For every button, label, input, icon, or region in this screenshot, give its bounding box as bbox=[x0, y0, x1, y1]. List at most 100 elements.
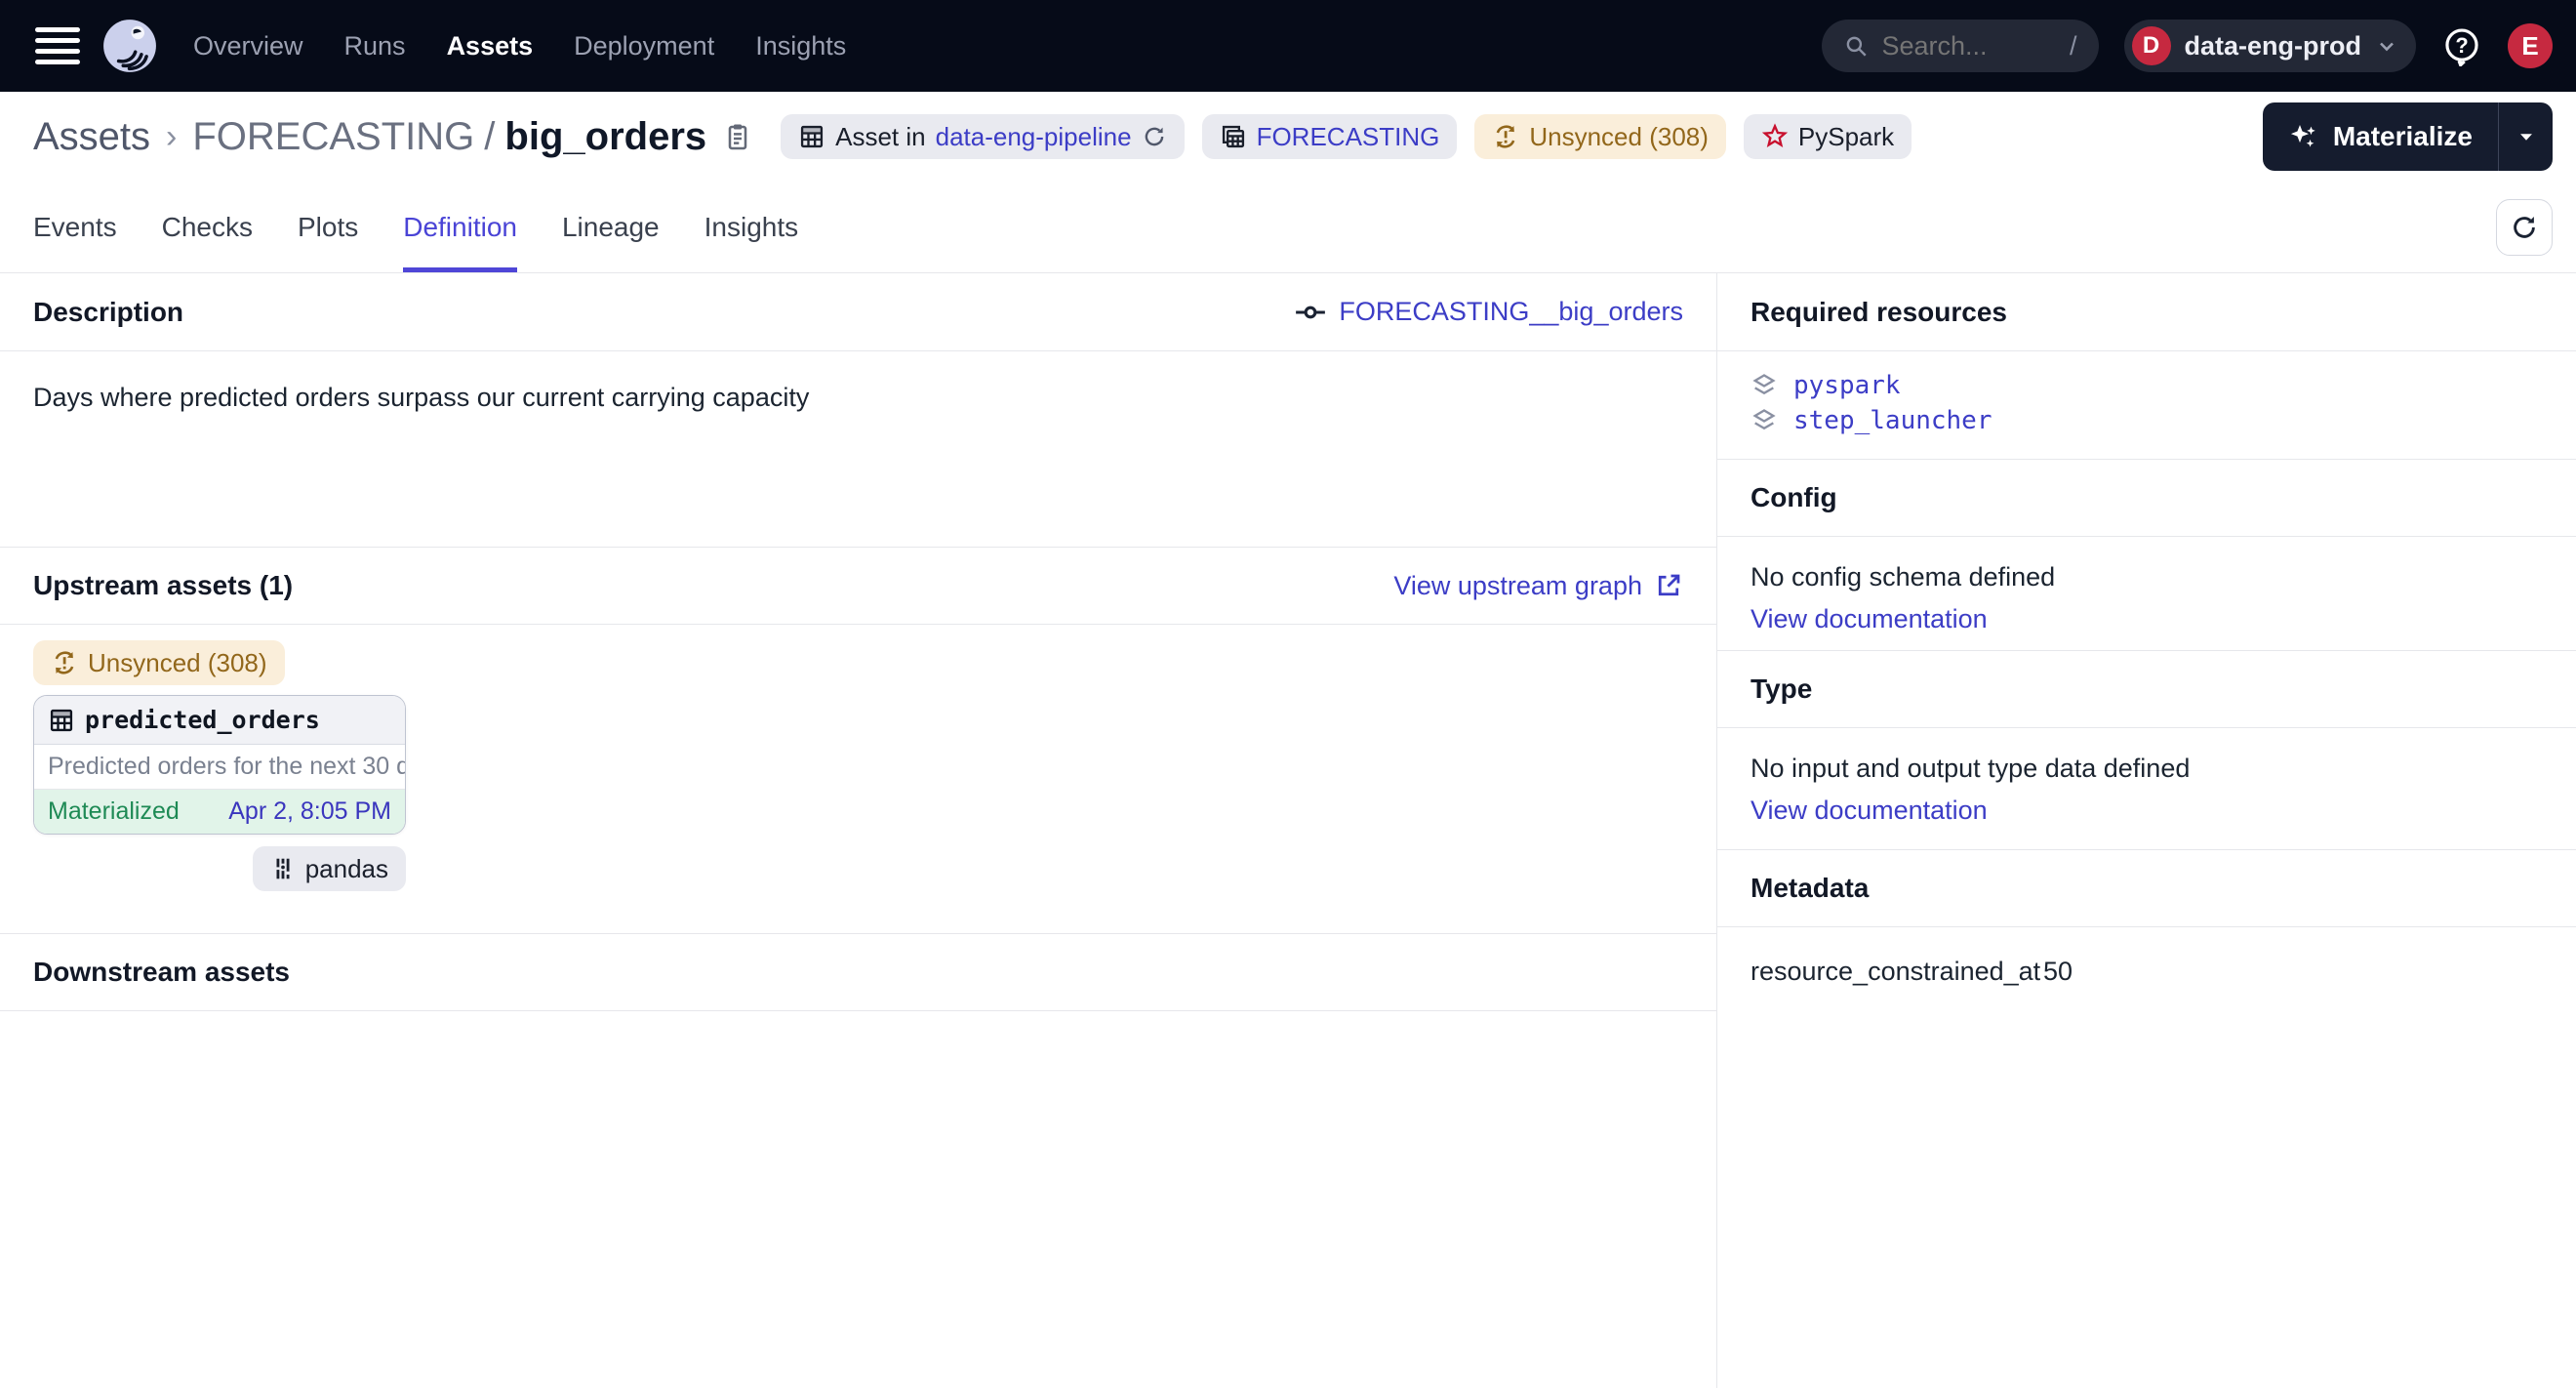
upstream-section-header: Upstream assets (1) View upstream graph bbox=[0, 547, 1716, 625]
primary-nav: Overview Runs Assets Deployment Insights bbox=[193, 31, 846, 61]
asset-tags: Asset in data-eng-pipeline FORECASTING bbox=[781, 114, 1912, 159]
breadcrumb-group[interactable]: FORECASTING bbox=[192, 115, 474, 159]
materialized-status-label: Materialized bbox=[48, 797, 180, 826]
nav-item-runs[interactable]: Runs bbox=[344, 31, 406, 61]
tab-definition[interactable]: Definition bbox=[403, 182, 517, 272]
breadcrumb-assets-link[interactable]: Assets bbox=[33, 115, 150, 159]
breadcrumb-separator: › bbox=[166, 118, 177, 156]
main-column: Description FORECASTING__big_orders Days… bbox=[0, 273, 1717, 1388]
materialize-button[interactable]: Materialize bbox=[2263, 102, 2498, 171]
refresh-small-icon[interactable] bbox=[1142, 124, 1167, 149]
asset-tabs: Events Checks Plots Definition Lineage I… bbox=[33, 182, 798, 272]
asset-card-header: predicted_orders bbox=[34, 696, 405, 745]
top-navigation-bar: Overview Runs Assets Deployment Insights… bbox=[0, 0, 2576, 92]
tab-insights[interactable]: Insights bbox=[704, 182, 799, 272]
config-empty-message: No config schema defined bbox=[1751, 562, 2543, 592]
table-icon bbox=[48, 707, 75, 734]
type-empty-message: No input and output type data defined bbox=[1751, 754, 2543, 784]
tag-asset-group-label: FORECASTING bbox=[1257, 122, 1440, 152]
tag-asset-group[interactable]: FORECASTING bbox=[1202, 114, 1458, 159]
tag-sync-status[interactable]: Unsynced (308) bbox=[1474, 114, 1726, 159]
external-link-icon bbox=[1654, 571, 1683, 600]
metadata-value: 50 bbox=[2043, 957, 2073, 987]
tag-asset-in-prefix: Asset in bbox=[835, 122, 926, 152]
topbar-right: / D data-eng-prod ? E bbox=[1822, 20, 2554, 72]
tag-compute-kind[interactable]: PySpark bbox=[1744, 114, 1912, 159]
op-graph-link[interactable]: FORECASTING__big_orders bbox=[1294, 296, 1683, 329]
resources-section-header: Required resources bbox=[1717, 273, 2576, 351]
nav-item-assets[interactable]: Assets bbox=[447, 31, 534, 61]
upstream-title: Upstream assets (1) bbox=[33, 570, 293, 601]
config-view-documentation-link[interactable]: View documentation bbox=[1751, 604, 1988, 634]
resources-list: pyspark step_launcher bbox=[1717, 351, 2576, 459]
refresh-button[interactable] bbox=[2496, 199, 2553, 256]
downstream-title: Downstream assets bbox=[33, 957, 290, 988]
page-title-asset-name: big_orders bbox=[504, 115, 706, 159]
config-content: No config schema defined View documentat… bbox=[1717, 537, 2576, 650]
pipeline-link[interactable]: data-eng-pipeline bbox=[936, 122, 1132, 152]
type-view-documentation-link[interactable]: View documentation bbox=[1751, 796, 1988, 826]
asset-tabs-row: Events Checks Plots Definition Lineage I… bbox=[0, 182, 2576, 273]
copy-asset-name-icon[interactable] bbox=[722, 121, 753, 152]
view-upstream-graph-link[interactable]: View upstream graph bbox=[1393, 571, 1683, 601]
search-input[interactable]: / bbox=[1822, 20, 2099, 72]
chevron-down-icon bbox=[2375, 34, 2398, 58]
search-field[interactable] bbox=[1882, 31, 2056, 61]
upstream-sync-status-tag[interactable]: Unsynced (308) bbox=[33, 640, 285, 685]
type-section-header: Type bbox=[1717, 650, 2576, 728]
tab-checks[interactable]: Checks bbox=[162, 182, 253, 272]
description-title: Description bbox=[33, 297, 183, 328]
deployment-switcher[interactable]: D data-eng-prod bbox=[2124, 20, 2417, 72]
layers-icon bbox=[1751, 372, 1778, 399]
upstream-assets-content: Unsynced (308) predicted_orders Predicte… bbox=[0, 625, 1716, 933]
hamburger-menu-icon[interactable] bbox=[35, 27, 80, 64]
description-text: Days where predicted orders surpass our … bbox=[0, 351, 1716, 547]
pandas-tag[interactable]: pandas bbox=[253, 846, 406, 891]
tag-sync-status-label: Unsynced (308) bbox=[1529, 122, 1709, 152]
content-area: Description FORECASTING__big_orders Days… bbox=[0, 273, 2576, 1388]
nav-item-deployment[interactable]: Deployment bbox=[574, 31, 714, 61]
tab-plots[interactable]: Plots bbox=[298, 182, 358, 272]
view-upstream-graph-label: View upstream graph bbox=[1393, 571, 1642, 601]
layers-icon bbox=[1751, 407, 1778, 434]
materialize-dropdown-button[interactable] bbox=[2498, 102, 2553, 171]
deployment-name: data-eng-prod bbox=[2185, 31, 2362, 61]
op-graph-link-label: FORECASTING__big_orders bbox=[1339, 297, 1683, 327]
sidebar: Required resources pyspark step_launcher bbox=[1717, 273, 2576, 1388]
materialization-timestamp-link[interactable]: Apr 2, 8:05 PM bbox=[228, 797, 391, 826]
upstream-asset-card[interactable]: predicted_orders Predicted orders for th… bbox=[33, 695, 406, 835]
user-avatar[interactable]: E bbox=[2508, 23, 2553, 68]
description-section-header: Description FORECASTING__big_orders bbox=[0, 273, 1716, 351]
metadata-table: resource_constrained_at 50 bbox=[1717, 927, 2576, 1016]
tab-events[interactable]: Events bbox=[33, 182, 117, 272]
sparkles-icon bbox=[2288, 121, 2319, 152]
dagster-logo[interactable] bbox=[101, 18, 158, 74]
search-shortcut-hint: / bbox=[2070, 31, 2077, 61]
deployment-initial-badge: D bbox=[2132, 26, 2171, 65]
tag-asset-in-job: Asset in data-eng-pipeline bbox=[781, 114, 1184, 159]
resource-name: pyspark bbox=[1793, 371, 1901, 400]
resource-item-pyspark[interactable]: pyspark bbox=[1751, 371, 2543, 400]
sync-problem-icon bbox=[1492, 123, 1519, 150]
nav-item-insights[interactable]: Insights bbox=[755, 31, 846, 61]
help-icon[interactable]: ? bbox=[2441, 25, 2482, 66]
sync-problem-icon bbox=[51, 649, 78, 676]
upstream-asset-description: Predicted orders for the next 30 day... bbox=[34, 745, 405, 790]
op-node-icon bbox=[1294, 296, 1327, 329]
downstream-section-header: Downstream assets bbox=[0, 933, 1716, 1011]
spark-star-icon bbox=[1761, 123, 1789, 150]
metadata-title: Metadata bbox=[1751, 873, 1869, 904]
tag-compute-kind-label: PySpark bbox=[1798, 122, 1894, 152]
upstream-asset-name: predicted_orders bbox=[85, 706, 320, 734]
resource-item-step-launcher[interactable]: step_launcher bbox=[1751, 406, 2543, 435]
resources-title: Required resources bbox=[1751, 297, 2007, 328]
tab-lineage[interactable]: Lineage bbox=[562, 182, 660, 272]
caret-down-icon bbox=[2514, 124, 2539, 149]
asset-definition-page: Overview Runs Assets Deployment Insights… bbox=[0, 0, 2576, 1388]
materialize-split-button: Materialize bbox=[2263, 102, 2553, 171]
metadata-row: resource_constrained_at 50 bbox=[1751, 957, 2543, 987]
pandas-icon bbox=[270, 856, 296, 881]
nav-item-overview[interactable]: Overview bbox=[193, 31, 303, 61]
breadcrumb-slash: / bbox=[484, 115, 495, 159]
resource-name: step_launcher bbox=[1793, 406, 1992, 435]
